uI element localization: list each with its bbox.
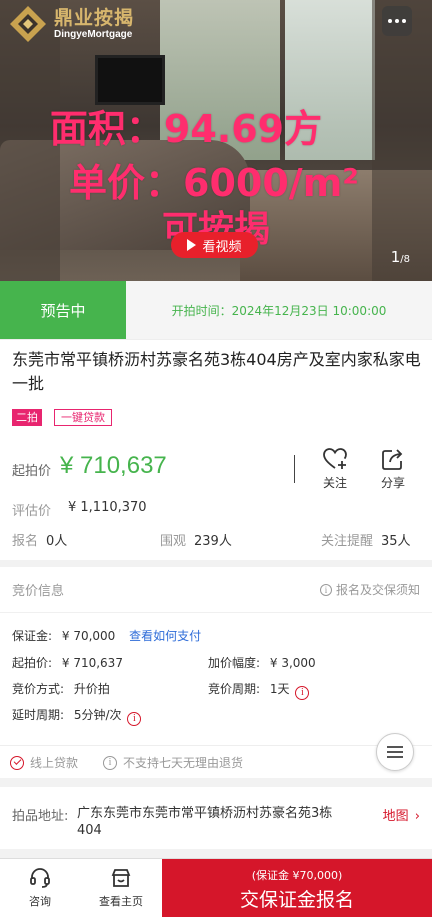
no-return-label: 不支持七天无理由退货 bbox=[123, 756, 244, 770]
eval-price-value: ¥ 1,110,370 bbox=[68, 500, 147, 515]
image-pager: 1/8 bbox=[391, 248, 410, 266]
deposit-value: ¥ 70,000 bbox=[61, 629, 116, 643]
service-guarantees: 线上贷款 i 不支持七天无理由退货 bbox=[0, 745, 432, 778]
address-card: 拍品地址: 广东东莞市东莞市常平镇桥沥村苏豪名苑3栋404 地图 › bbox=[0, 787, 432, 849]
overlay-area-text: 面积：94.69方 bbox=[49, 107, 323, 151]
eval-price-label: 评估价 bbox=[12, 504, 52, 519]
signup-label: 报名 bbox=[12, 534, 39, 549]
lot-tags: 二拍 一键贷款 bbox=[12, 409, 112, 426]
consult-label: 咨询 bbox=[29, 895, 51, 908]
info-icon: i bbox=[103, 755, 117, 770]
logo-text-cn: 鼎业按揭 bbox=[54, 7, 135, 29]
increment-value: ¥ 3,000 bbox=[269, 656, 316, 670]
consult-button[interactable]: 咨询 bbox=[10, 867, 70, 909]
cta-label: 交保证金报名 bbox=[239, 889, 354, 911]
home-button[interactable]: 查看主页 bbox=[91, 867, 151, 909]
bottom-action-bar: 咨询 查看主页 (保证金 ¥70,000) 交保证金报名 bbox=[0, 858, 432, 917]
check-circle-icon bbox=[10, 755, 24, 770]
menu-floating-button[interactable] bbox=[376, 733, 414, 771]
notice-label: 报名及交保须知 bbox=[335, 583, 420, 597]
round-tag: 二拍 bbox=[12, 409, 42, 426]
start-price-label: 起拍价 bbox=[12, 464, 52, 479]
method-label: 竞价方式: bbox=[12, 682, 65, 696]
cycle-info-icon[interactable]: i bbox=[295, 686, 310, 700]
signup-value: 0人 bbox=[46, 534, 68, 549]
home-label: 查看主页 bbox=[99, 895, 143, 908]
delay-info-icon[interactable]: i bbox=[127, 712, 142, 726]
overlay-unit-price-text: 单价：6000/m² bbox=[69, 161, 359, 205]
watermark-logo: 鼎业按揭 DingyeMortgage bbox=[8, 4, 134, 44]
cycle-row: 竞价周期: 1天 i bbox=[208, 680, 310, 700]
share-label: 分享 bbox=[380, 476, 405, 490]
chevron-right-icon: › bbox=[414, 809, 420, 824]
bid-info-title: 竞价信息 bbox=[12, 584, 65, 599]
no-return-item: i 不支持七天无理由退货 bbox=[103, 754, 243, 771]
cta-deposit-amount: (保证金 ¥70,000) bbox=[251, 869, 343, 882]
follow-button[interactable]: 关注 bbox=[315, 446, 355, 491]
cycle-value: 1天 bbox=[269, 682, 290, 696]
online-loan-label: 线上贷款 bbox=[30, 756, 79, 770]
start-price-value: ¥ 710,637 bbox=[60, 452, 167, 479]
watch-value: 239人 bbox=[194, 534, 232, 549]
pager-current: 1 bbox=[390, 248, 401, 266]
divider bbox=[294, 455, 295, 483]
bid-info-header: 竞价信息 i 报名及交保须知 bbox=[0, 567, 432, 613]
deposit-row: 保证金: ¥ 70,000 查看如何支付 bbox=[12, 627, 201, 644]
notice-link[interactable]: i 报名及交保须知 bbox=[319, 581, 420, 598]
delay-value: 5分钟/次 bbox=[73, 708, 122, 722]
address-value: 广东东莞市东莞市常平镇桥沥村苏豪名苑3栋404 bbox=[77, 806, 333, 838]
address-label: 拍品地址: bbox=[12, 809, 69, 824]
hero-image[interactable]: 鼎业按揭 DingyeMortgage 面积：94.69方 单价：6000/m²… bbox=[0, 0, 432, 281]
remind-label: 关注提醒 bbox=[321, 534, 374, 549]
info-icon: i bbox=[319, 583, 332, 596]
auction-status-bar: 预告中 开拍时间：2024年12月23日 10:00:00 bbox=[0, 281, 432, 339]
pay-deposit-button[interactable]: (保证金 ¥70,000) 交保证金报名 bbox=[162, 859, 432, 917]
status-badge: 预告中 bbox=[0, 281, 126, 339]
method-value: 升价拍 bbox=[73, 682, 110, 696]
menu-line-icon bbox=[387, 746, 403, 748]
watch-video-button[interactable]: 看视频 bbox=[171, 232, 258, 258]
delay-label: 延时周期: bbox=[12, 708, 65, 722]
share-icon bbox=[382, 449, 403, 470]
heart-plus-icon bbox=[323, 448, 347, 469]
start-price-row: 起拍价: ¥ 710,637 bbox=[12, 654, 123, 671]
bid-start-label: 起拍价: bbox=[12, 656, 53, 670]
map-link[interactable]: 地图 › bbox=[383, 805, 420, 824]
map-label: 地图 bbox=[382, 809, 409, 824]
delay-row: 延时周期: 5分钟/次 i bbox=[12, 706, 142, 726]
remind-value: 35人 bbox=[381, 534, 411, 549]
method-row: 竞价方式: 升价拍 bbox=[12, 680, 110, 697]
increment-row: 加价幅度: ¥ 3,000 bbox=[208, 654, 316, 671]
start-time: 开拍时间：2024年12月23日 10:00:00 bbox=[126, 281, 432, 339]
bid-start-value: ¥ 710,637 bbox=[61, 656, 123, 670]
shop-icon bbox=[111, 869, 131, 887]
loan-tag: 一键贷款 bbox=[54, 409, 112, 426]
play-icon bbox=[187, 239, 197, 251]
cycle-label: 竞价周期: bbox=[208, 682, 261, 696]
watch-stat: 围观 239人 bbox=[160, 530, 232, 549]
logo-mark-icon bbox=[10, 6, 46, 42]
menu-line-icon bbox=[387, 756, 403, 758]
logo-text-en: DingyeMortgage bbox=[54, 29, 133, 40]
dot-icon bbox=[388, 19, 392, 23]
pager-total: /8 bbox=[400, 254, 410, 265]
share-button[interactable]: 分享 bbox=[373, 446, 413, 491]
lot-title: 东莞市常平镇桥沥村苏豪名苑3栋404房产及室内家私家电一批 bbox=[12, 350, 421, 393]
remind-stat: 关注提醒 35人 bbox=[321, 530, 411, 549]
follow-label: 关注 bbox=[322, 476, 347, 490]
watch-label: 围观 bbox=[160, 534, 187, 549]
how-to-pay-link[interactable]: 查看如何支付 bbox=[129, 629, 201, 643]
watch-video-label: 看视频 bbox=[202, 239, 242, 255]
menu-line-icon bbox=[387, 751, 403, 753]
bid-info-card: 竞价信息 i 报名及交保须知 保证金: ¥ 70,000 查看如何支付 起拍价:… bbox=[0, 567, 432, 745]
headset-icon bbox=[30, 868, 50, 888]
dot-icon bbox=[395, 19, 399, 23]
increment-label: 加价幅度: bbox=[208, 656, 261, 670]
deposit-label: 保证金: bbox=[12, 629, 53, 643]
lot-summary-card: 东莞市常平镇桥沥村苏豪名苑3栋404房产及室内家私家电一批 二拍 一键贷款 起拍… bbox=[0, 339, 432, 560]
signup-stat: 报名 0人 bbox=[12, 530, 67, 549]
more-options-button[interactable] bbox=[382, 6, 412, 36]
dot-icon bbox=[402, 19, 406, 23]
online-loan-item: 线上贷款 bbox=[10, 754, 78, 771]
